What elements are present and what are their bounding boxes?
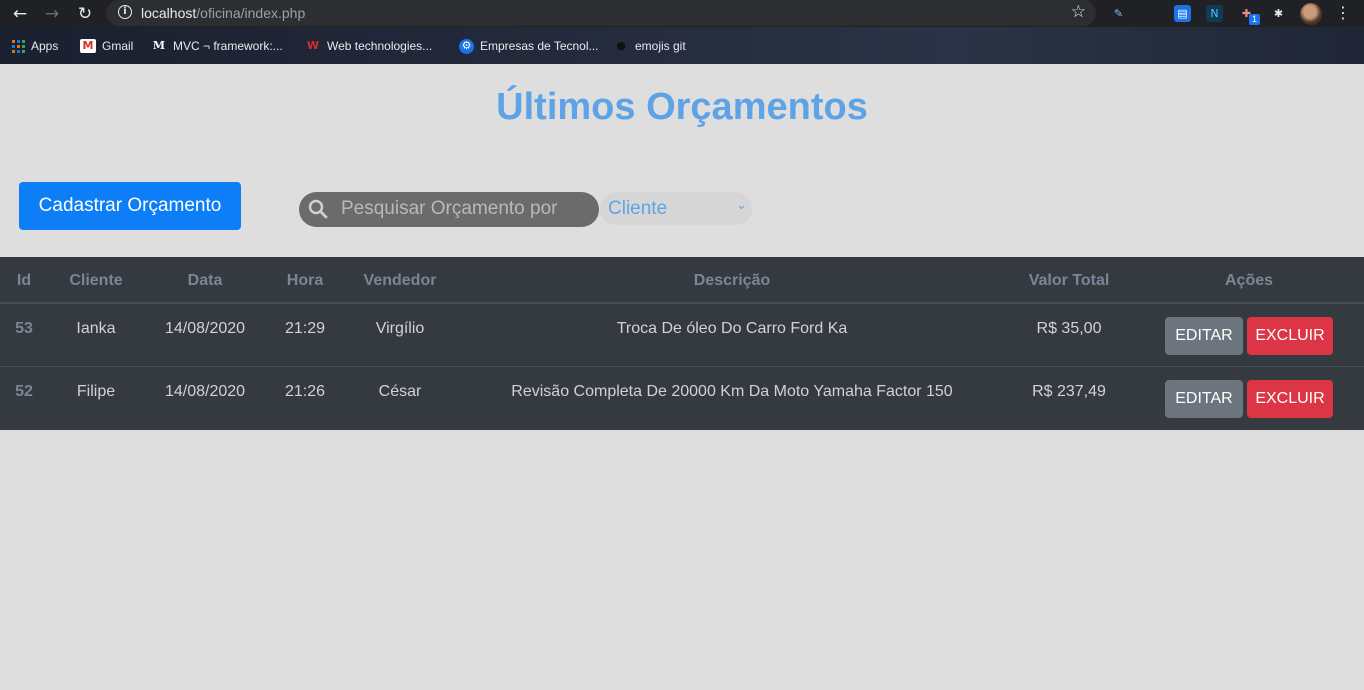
gear-icon: ⚙: [459, 38, 474, 54]
puzzle-icon[interactable]: ✱: [1270, 5, 1287, 22]
cell-valor: R$ 35,00: [1036, 320, 1102, 337]
edit-button[interactable]: EDITAR: [1165, 317, 1243, 355]
github-icon: ●: [616, 39, 626, 52]
cell-id: 53: [15, 320, 33, 337]
cell-data: 14/08/2020: [164, 320, 246, 337]
bookmark-mvc[interactable]: M MVC ¬ framework:...: [151, 37, 283, 55]
bookmark-gmail[interactable]: M Gmail: [80, 37, 133, 55]
bookmark-web-technologies[interactable]: W Web technologies...: [305, 37, 432, 55]
search-placeholder: Pesquisar Orçamento por: [341, 198, 558, 219]
filter-selected-value: Cliente: [608, 198, 668, 219]
menu-icon[interactable]: ⋮: [1335, 3, 1351, 22]
url-text: localhost/oficina/index.php: [141, 5, 305, 21]
budgets-table: Id Cliente Data Hora Vendedor Descrição …: [0, 257, 1364, 430]
bookmark-emojis[interactable]: ● emojis git: [613, 37, 686, 55]
edit-button[interactable]: EDITAR: [1165, 380, 1243, 418]
address-bar[interactable]: i localhost/oficina/index.php ☆: [106, 0, 1096, 26]
cell-data: 14/08/2020: [164, 383, 246, 400]
apps-icon: [12, 39, 25, 53]
avatar[interactable]: [1300, 3, 1322, 25]
bookmark-label: Apps: [31, 39, 59, 53]
pen-extension-icon[interactable]: ✎: [1110, 5, 1127, 22]
medium-icon: M: [152, 39, 166, 52]
header-cliente: Cliente: [69, 272, 123, 289]
cell-vendedor: Virgílio: [375, 320, 425, 337]
bookmark-label: Gmail: [102, 39, 134, 53]
cell-id: 52: [15, 383, 33, 400]
browser-toolbar: ← → ↻ i localhost/oficina/index.php ☆ ✎ …: [0, 0, 1364, 27]
page-title: Últimos Orçamentos: [496, 86, 868, 128]
delete-button[interactable]: EXCLUIR: [1247, 380, 1333, 418]
bookmark-label: Empresas de Tecnol...: [480, 39, 599, 53]
search-icon: [308, 199, 328, 219]
bookmark-empresas[interactable]: ⚙ Empresas de Tecnol...: [459, 37, 599, 55]
delete-button[interactable]: EXCLUIR: [1247, 317, 1333, 355]
header-vendedor: Vendedor: [363, 272, 437, 289]
header-hora: Hora: [286, 272, 324, 289]
cell-cliente: Filipe: [76, 383, 116, 400]
cell-vendedor: César: [378, 383, 422, 400]
info-icon[interactable]: i: [118, 5, 132, 19]
new-budget-button[interactable]: Cadastrar Orçamento: [19, 182, 241, 230]
header-valor-total: Valor Total: [1028, 272, 1110, 289]
table-row: 53 Ianka 14/08/2020 21:29 Virgílio Troca…: [0, 304, 1364, 367]
cell-descricao: Troca De óleo Do Carro Ford Ka: [616, 320, 848, 337]
forward-icon[interactable]: →: [42, 4, 62, 24]
extension-icon[interactable]: ▤: [1174, 5, 1191, 22]
header-descricao: Descrição: [693, 272, 771, 289]
chevron-down-icon: ⌄: [736, 198, 747, 213]
url-path: /oficina/index.php: [196, 5, 306, 21]
cell-hora: 21:26: [284, 383, 326, 400]
extension-badge: 1: [1249, 14, 1260, 25]
url-host: localhost: [141, 5, 197, 21]
header-id: Id: [16, 272, 32, 289]
filter-select[interactable]: Cliente ⌄: [600, 192, 752, 225]
cell-hora: 21:29: [284, 320, 326, 337]
reload-icon[interactable]: ↻: [75, 4, 95, 24]
header-acoes: Ações: [1224, 272, 1274, 289]
bookmark-star-icon[interactable]: ☆: [1071, 2, 1086, 22]
gmail-icon: M: [80, 39, 96, 53]
cell-valor: R$ 237,49: [1032, 383, 1106, 400]
cell-descricao: Revisão Completa De 20000 Km Da Moto Yam…: [511, 383, 953, 400]
back-icon[interactable]: ←: [10, 4, 30, 24]
bookmark-label: Web technologies...: [327, 39, 433, 53]
w3schools-icon: W: [306, 39, 320, 52]
bookmark-apps[interactable]: Apps: [12, 37, 58, 55]
bookmark-label: MVC ¬ framework:...: [173, 39, 283, 53]
bookmark-label: emojis git: [635, 39, 686, 53]
n-extension-icon[interactable]: N: [1206, 5, 1223, 22]
cell-cliente: Ianka: [76, 320, 116, 337]
search-input[interactable]: Pesquisar Orçamento por: [299, 192, 599, 227]
table-header: Id Cliente Data Hora Vendedor Descrição …: [0, 257, 1364, 304]
header-data: Data: [187, 272, 223, 289]
table-row: 52 Filipe 14/08/2020 21:26 César Revisão…: [0, 367, 1364, 430]
